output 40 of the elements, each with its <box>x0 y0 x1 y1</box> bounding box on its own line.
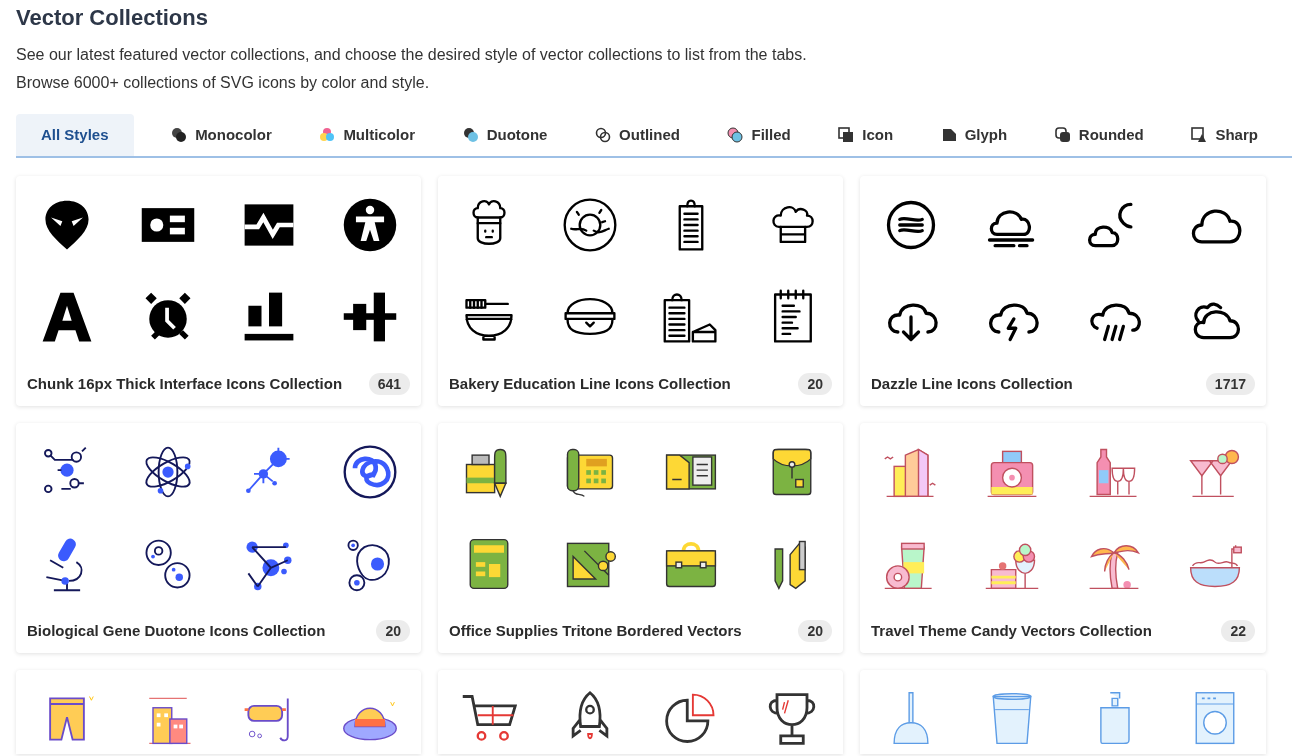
squares-icon <box>838 127 855 143</box>
collection-card[interactable]: Dazzle Line Icons Collection 1717 <box>860 176 1266 406</box>
style-tab[interactable]: Sharp <box>1181 114 1268 156</box>
collection-card[interactable] <box>438 670 843 754</box>
circles-icon <box>462 127 479 143</box>
icon-count: 20 <box>798 620 832 642</box>
style-tab[interactable]: Monocolor <box>161 114 282 156</box>
collection-card[interactable]: Chunk 16px Thick Interface Icons Collection 641 <box>16 176 421 406</box>
collection-title[interactable]: Travel Theme Candy Vectors Collection <box>871 620 1152 642</box>
collection-card[interactable]: Office Supplies Tritone Bordered Vectors 20 <box>438 423 843 653</box>
page-title: Vector Collections <box>16 4 208 32</box>
description-text: See our latest featured vector collections, and choose the desired style of vector collections to list from the tabs. <box>16 45 807 65</box>
rounded-squares-icon <box>1054 127 1071 143</box>
outline-circles-icon <box>595 127 612 143</box>
description-text: Browse 6000+ collections of SVG icons by color and style. <box>16 73 430 93</box>
circles-icon <box>727 127 744 143</box>
style-tab[interactable]: Filled <box>717 114 801 156</box>
color-circles-icon <box>319 127 336 143</box>
style-tab[interactable]: Multicolor <box>309 114 426 156</box>
collection-title[interactable]: Chunk 16px Thick Interface Icons Collection <box>27 373 343 395</box>
collection-title[interactable]: Dazzle Line Icons Collection <box>871 373 1073 395</box>
style-tab[interactable]: Duotone <box>452 114 558 156</box>
sharp-shape-icon <box>1191 127 1208 143</box>
circles-icon <box>171 127 188 143</box>
icon-count: 20 <box>376 620 410 642</box>
icon-count: 20 <box>798 373 832 395</box>
style-tab[interactable]: Outlined <box>585 114 690 156</box>
style-tab[interactable]: All Styles <box>16 114 134 156</box>
collection-title[interactable]: Biological Gene Duotone Icons Collection <box>27 620 326 642</box>
icon-count: 22 <box>1221 620 1255 642</box>
style-tab[interactable]: Rounded <box>1044 114 1154 156</box>
style-tab[interactable]: Icon <box>828 114 904 156</box>
icon-count: 1717 <box>1205 373 1255 395</box>
style-tab[interactable]: Glyph <box>930 114 1018 156</box>
collection-title[interactable]: Bakery Education Line Icons Collection <box>449 373 731 395</box>
collection-card[interactable]: Travel Theme Candy Vectors Collection 22 <box>860 423 1266 653</box>
collection-title[interactable]: Office Supplies Tritone Bordered Vectors <box>449 620 742 642</box>
icon-count: 641 <box>368 373 410 395</box>
collection-card[interactable]: Biological Gene Duotone Icons Collection 20 <box>16 423 421 653</box>
collection-card[interactable]: Bakery Education Line Icons Collection 20 <box>438 176 843 406</box>
